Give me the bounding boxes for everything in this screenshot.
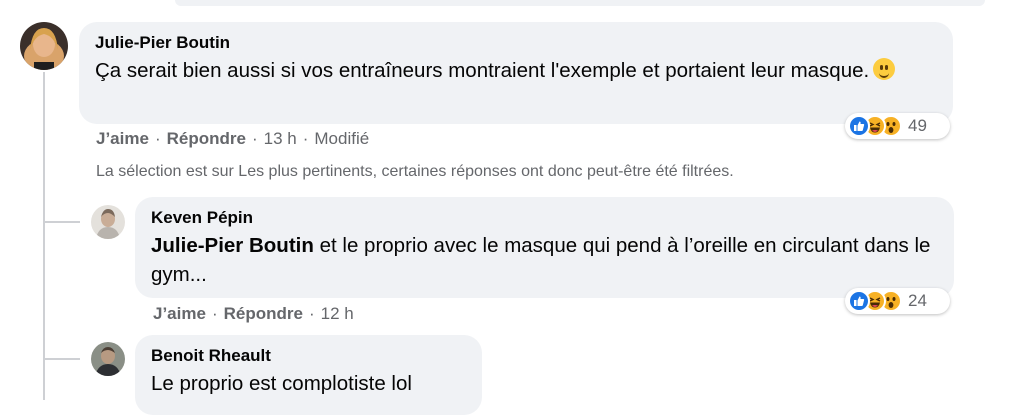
separator: ·	[302, 129, 309, 148]
reactions-summary[interactable]: 49	[845, 113, 950, 139]
reply-bubble: Benoit Rheault Le proprio est complotist…	[135, 335, 482, 415]
avatar[interactable]	[20, 22, 68, 70]
comment-bubble: Julie-Pier Boutin Ça serait bien aussi s…	[79, 22, 953, 124]
like-button[interactable]: J’aime	[153, 304, 206, 323]
reactions-summary[interactable]: 24	[845, 288, 950, 314]
reply-text: Julie-Pier Boutin et le proprio avec le …	[151, 231, 938, 289]
reply-text: Le proprio est complotiste lol	[151, 369, 466, 398]
separator: ·	[211, 304, 218, 323]
smiley-emoji-icon	[873, 58, 896, 80]
comment-body: Ça serait bien aussi si vos entraîneurs …	[95, 59, 870, 82]
reply-button[interactable]: Répondre	[224, 304, 303, 323]
thread-line-main	[43, 72, 45, 400]
mention-link[interactable]: Julie-Pier Boutin	[151, 234, 314, 257]
reply-body: Le proprio est complotiste lol	[151, 372, 412, 395]
comment-timestamp[interactable]: 13 h	[264, 129, 297, 148]
avatar-photo-keven	[91, 205, 125, 239]
avatar[interactable]	[91, 205, 125, 239]
reply-bubble: Keven Pépin Julie-Pier Boutin et le prop…	[135, 197, 954, 298]
reply-author[interactable]: Benoit Rheault	[151, 345, 466, 367]
avatar-photo-julie-pier	[20, 22, 68, 70]
like-button[interactable]: J’aime	[96, 129, 149, 148]
filter-note: La sélection est sur Les plus pertinents…	[96, 163, 734, 180]
comment-author[interactable]: Julie-Pier Boutin	[95, 32, 937, 54]
avatar[interactable]	[91, 342, 125, 376]
reaction-count: 49	[908, 116, 927, 135]
comment-text: Ça serait bien aussi si vos entraîneurs …	[95, 56, 937, 85]
reply-actions: J’aime · Répondre · 12 h	[153, 303, 354, 325]
comment-actions: J’aime · Répondre · 13 h · Modifié	[96, 128, 369, 150]
edited-label[interactable]: Modifié	[314, 129, 369, 148]
avatar-photo-benoit	[91, 342, 125, 376]
reply-author[interactable]: Keven Pépin	[151, 207, 938, 229]
thread-line-branch-reply-1	[44, 221, 80, 223]
reaction-count: 24	[908, 291, 927, 310]
thread-line-branch-reply-2	[44, 358, 80, 360]
separator: ·	[308, 304, 315, 323]
like-reaction-icon	[848, 115, 870, 137]
reply-button[interactable]: Répondre	[167, 129, 246, 148]
like-reaction-icon	[848, 290, 870, 312]
previous-comment-bubble-edge	[175, 0, 985, 6]
separator: ·	[154, 129, 161, 148]
separator: ·	[251, 129, 258, 148]
reply-timestamp[interactable]: 12 h	[321, 304, 354, 323]
